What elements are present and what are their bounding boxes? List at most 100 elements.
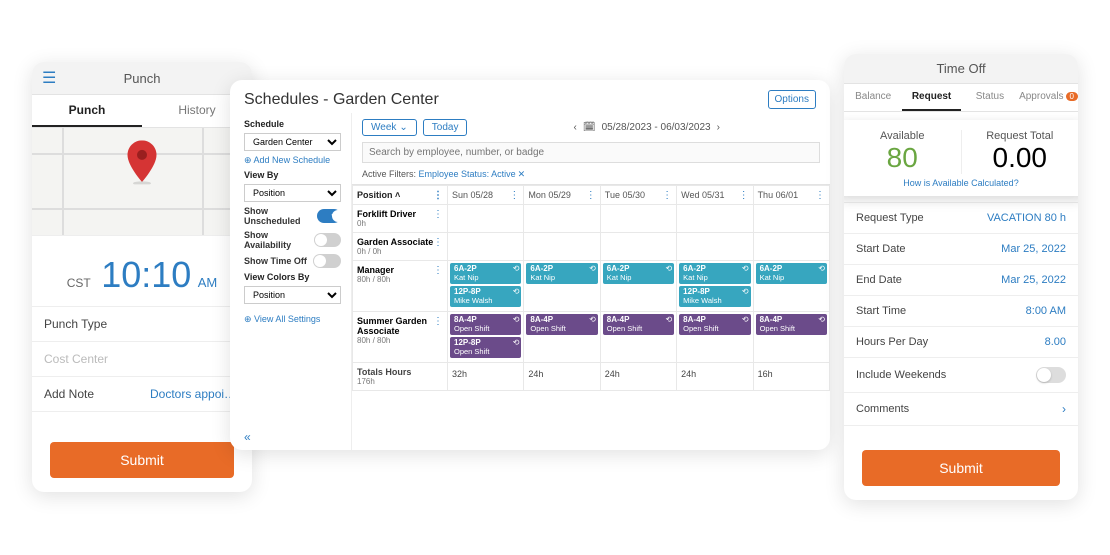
schedule-cell[interactable] [524, 233, 600, 261]
kebab-icon[interactable]: ⋮ [433, 265, 443, 276]
col-day-4[interactable]: Thu 06/01⋮ [753, 186, 829, 205]
tab-request[interactable]: Request [902, 84, 960, 111]
shift-menu-icon[interactable]: ⟲ [742, 288, 749, 297]
shift-block[interactable]: 8A-4POpen Shift⟲ [756, 314, 827, 335]
shift-menu-icon[interactable]: ⟲ [818, 316, 825, 325]
col-position[interactable]: Position ˄⋮ [353, 186, 448, 205]
schedule-cell[interactable]: 8A-4POpen Shift⟲ [753, 312, 829, 363]
shift-block[interactable]: 12P-8POpen Shift⟲ [450, 337, 521, 358]
schedule-cell[interactable]: 6A-2PKat Nip⟲12P-8PMike Walsh⟲ [448, 261, 524, 312]
shift-menu-icon[interactable]: ⟲ [742, 265, 749, 274]
colors-by-select[interactable]: Position [244, 286, 341, 304]
collapse-sidebar-icon[interactable]: « [244, 430, 341, 444]
shift-block[interactable]: 12P-8PMike Walsh⟲ [679, 286, 750, 307]
prev-range-icon[interactable]: ‹ [574, 122, 577, 133]
row-end-date[interactable]: End Date Mar 25, 2022 [844, 265, 1078, 296]
shift-menu-icon[interactable]: ⟲ [589, 265, 596, 274]
schedule-cell[interactable]: 6A-2PKat Nip⟲ [753, 261, 829, 312]
schedule-cell[interactable]: 8A-4POpen Shift⟲ [677, 312, 753, 363]
kebab-icon[interactable]: ⋮ [433, 237, 443, 248]
col-day-0[interactable]: Sun 05/28⋮ [448, 186, 524, 205]
kebab-icon[interactable]: ⋮ [433, 316, 443, 327]
shift-block[interactable]: 6A-2PKat Nip⟲ [526, 263, 597, 284]
schedule-cell[interactable] [677, 233, 753, 261]
kebab-icon[interactable]: ⋮ [739, 190, 749, 201]
shift-menu-icon[interactable]: ⟲ [513, 339, 520, 348]
next-range-icon[interactable]: › [717, 122, 720, 133]
col-day-1[interactable]: Mon 05/29⋮ [524, 186, 600, 205]
shift-menu-icon[interactable]: ⟲ [818, 265, 825, 274]
shift-block[interactable]: 8A-4POpen Shift⟲ [526, 314, 597, 335]
toggle-show-unscheduled[interactable]: ✓ [317, 209, 341, 223]
schedule-cell[interactable]: 6A-2PKat Nip⟲12P-8PMike Walsh⟲ [677, 261, 753, 312]
row-hours-per-day[interactable]: Hours Per Day 8.00 [844, 327, 1078, 358]
kebab-icon[interactable]: ⋮ [509, 190, 519, 201]
shift-menu-icon[interactable]: ⟲ [589, 316, 596, 325]
row-start-time[interactable]: Start Time 8:00 AM [844, 296, 1078, 327]
shift-menu-icon[interactable]: ⟲ [513, 288, 520, 297]
schedule-cell[interactable] [753, 233, 829, 261]
row-start-date[interactable]: Start Date Mar 25, 2022 [844, 234, 1078, 265]
kebab-icon[interactable]: ⋮ [662, 190, 672, 201]
shift-menu-icon[interactable]: ⟲ [742, 316, 749, 325]
tab-approvals[interactable]: Approvals0 [1019, 84, 1078, 111]
toggle-show-time-off[interactable] [313, 254, 341, 268]
today-button[interactable]: Today [423, 119, 468, 136]
schedule-cell[interactable] [600, 233, 676, 261]
shift-block[interactable]: 6A-2PKat Nip⟲ [450, 263, 521, 284]
employee-search-input[interactable] [362, 142, 820, 163]
tab-punch[interactable]: Punch [32, 95, 142, 127]
shift-block[interactable]: 6A-2PKat Nip⟲ [679, 263, 750, 284]
sort-asc-icon[interactable]: ˄ [395, 190, 400, 200]
hamburger-icon[interactable]: ☰ [42, 68, 56, 88]
shift-block[interactable]: 8A-4POpen Shift⟲ [679, 314, 750, 335]
schedule-cell[interactable] [448, 233, 524, 261]
kebab-icon[interactable]: ⋮ [815, 190, 825, 201]
add-new-schedule-link[interactable]: ⊕ Add New Schedule [244, 155, 341, 166]
shift-block[interactable]: 6A-2PKat Nip⟲ [603, 263, 674, 284]
tab-balance[interactable]: Balance [844, 84, 902, 111]
shift-block[interactable]: 8A-4POpen Shift⟲ [450, 314, 521, 335]
tab-status[interactable]: Status [961, 84, 1019, 111]
schedule-cell[interactable] [448, 205, 524, 233]
schedule-cell[interactable] [753, 205, 829, 233]
view-by-select[interactable]: Position [244, 184, 341, 202]
shift-menu-icon[interactable]: ⟲ [665, 316, 672, 325]
kebab-icon[interactable]: ⋮ [433, 190, 443, 201]
kebab-icon[interactable]: ⋮ [586, 190, 596, 201]
shift-menu-icon[interactable]: ⟲ [665, 265, 672, 274]
toggle-show-availability[interactable] [314, 233, 341, 247]
shift-block[interactable]: 8A-4POpen Shift⟲ [603, 314, 674, 335]
shift-menu-icon[interactable]: ⟲ [513, 265, 520, 274]
options-button[interactable]: Options [768, 90, 816, 109]
shift-menu-icon[interactable]: ⟲ [513, 316, 520, 325]
row-punch-type[interactable]: Punch Type [32, 307, 252, 342]
shift-block[interactable]: 6A-2PKat Nip⟲ [756, 263, 827, 284]
schedule-cell[interactable]: 6A-2PKat Nip⟲ [600, 261, 676, 312]
schedule-cell[interactable]: 8A-4POpen Shift⟲ [524, 312, 600, 363]
row-request-type[interactable]: Request Type VACATION 80 h [844, 203, 1078, 234]
toggle-include-weekends[interactable] [1036, 367, 1066, 383]
schedule-cell[interactable]: 8A-4POpen Shift⟲12P-8POpen Shift⟲ [448, 312, 524, 363]
schedule-select[interactable]: Garden Center [244, 133, 341, 151]
calendar-icon[interactable]: 🗓 [583, 122, 596, 133]
week-dropdown-button[interactable]: Week⌄ [362, 119, 417, 136]
col-day-2[interactable]: Tue 05/30⋮ [600, 186, 676, 205]
filter-pill[interactable]: Employee Status: Active✕ [419, 169, 526, 179]
schedule-cell[interactable]: 6A-2PKat Nip⟲ [524, 261, 600, 312]
timeoff-submit-button[interactable]: Submit [862, 450, 1060, 486]
schedule-cell[interactable] [524, 205, 600, 233]
shift-block[interactable]: 12P-8PMike Walsh⟲ [450, 286, 521, 307]
row-cost-center[interactable]: Cost Center [32, 342, 252, 377]
row-comments[interactable]: Comments › [844, 393, 1078, 426]
schedule-cell[interactable] [600, 205, 676, 233]
kebab-icon[interactable]: ⋮ [433, 209, 443, 220]
available-calc-link[interactable]: How is Available Calculated? [903, 178, 1018, 188]
col-day-3[interactable]: Wed 05/31⋮ [677, 186, 753, 205]
row-add-note[interactable]: Add Note Doctors appoint… [32, 377, 252, 412]
punch-submit-button[interactable]: Submit [50, 442, 234, 478]
view-all-settings-link[interactable]: ⊕ View All Settings [244, 314, 341, 325]
schedule-cell[interactable]: 8A-4POpen Shift⟲ [600, 312, 676, 363]
schedule-cell[interactable] [677, 205, 753, 233]
remove-filter-icon[interactable]: ✕ [518, 169, 526, 179]
